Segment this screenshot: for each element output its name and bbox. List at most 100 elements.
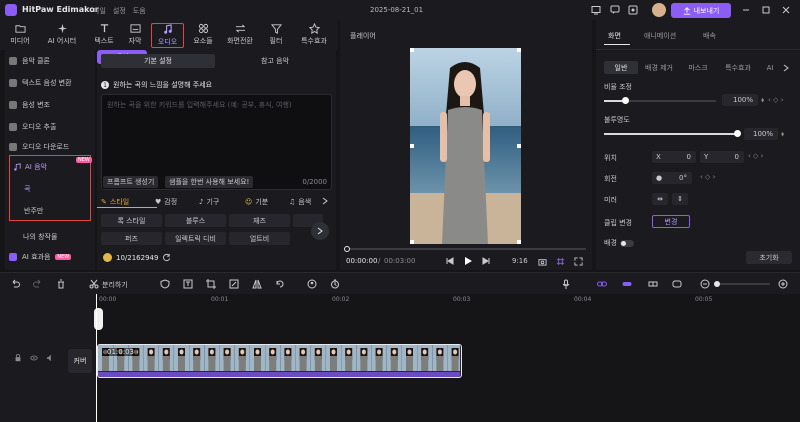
face-icon[interactable]	[307, 279, 317, 289]
sidebar-item-audio-extract[interactable]: 오디오 추출	[9, 120, 91, 134]
monitor-icon[interactable]	[591, 5, 601, 15]
delete-icon[interactable]	[56, 279, 66, 289]
chip-rnb[interactable]: 얼트비	[229, 232, 290, 245]
stepper-icon[interactable]: ⬧	[781, 130, 784, 139]
tab-reference-music[interactable]: 참고 음악	[218, 54, 332, 68]
play-icon[interactable]	[464, 256, 473, 266]
mirror-icon[interactable]	[252, 279, 262, 289]
prompt-generator-button[interactable]: 프롬프트 생성기	[103, 176, 159, 188]
shield-crop-icon[interactable]	[160, 279, 170, 289]
crop-icon[interactable]	[206, 279, 216, 289]
aspect-ratio-select[interactable]: 9:16	[512, 257, 528, 265]
microphone-icon[interactable]	[561, 279, 571, 289]
tab-media[interactable]: 미디어	[4, 23, 36, 48]
scissors-icon[interactable]	[89, 279, 99, 289]
prev-frame-icon[interactable]	[446, 257, 454, 265]
keyframe-nav-icon[interactable]: ‹ ◇ ›	[748, 152, 763, 160]
position-y-input[interactable]: Y0	[700, 151, 744, 163]
zoom-slider[interactable]	[714, 283, 770, 285]
minimize-icon[interactable]	[741, 5, 751, 15]
resize-handle[interactable]	[517, 48, 521, 52]
playhead-line[interactable]	[96, 294, 97, 422]
subtab-mask[interactable]: 마스크	[680, 61, 716, 74]
resize-handle[interactable]	[410, 144, 414, 148]
subtab-effects[interactable]: 특수효과	[718, 61, 758, 74]
feedback-icon[interactable]	[610, 5, 620, 15]
user-avatar[interactable]	[652, 3, 666, 17]
video-preview[interactable]	[410, 48, 521, 244]
fullscreen-icon[interactable]	[574, 257, 583, 266]
zoom-slider-knob[interactable]	[714, 281, 720, 287]
playback-scrubber[interactable]	[344, 246, 586, 252]
category-tab-instrument[interactable]: ♪ 기구	[199, 197, 219, 207]
track-audio-icon[interactable]	[46, 354, 54, 362]
try-sample-button[interactable]: 샘플을 한번 사용해 보세요!	[165, 176, 254, 188]
track-visibility-icon[interactable]	[30, 354, 38, 362]
timer-icon[interactable]	[330, 279, 340, 289]
tab-animation[interactable]: 애니메이션	[644, 31, 676, 41]
export-button[interactable]: 내보내기	[671, 3, 731, 18]
undo-icon[interactable]	[10, 279, 20, 289]
next-frame-icon[interactable]	[482, 257, 490, 265]
resize-handle[interactable]	[517, 144, 521, 148]
resize-handle[interactable]	[517, 240, 521, 244]
chevron-right-icon[interactable]	[322, 197, 328, 205]
sidebar-item-voice-changer[interactable]: 음성 변조	[9, 98, 91, 112]
rotate-input[interactable]: ● 0°	[652, 172, 692, 184]
scrubber-knob[interactable]	[344, 246, 350, 252]
track-lock-icon[interactable]	[14, 354, 22, 362]
chip-jazz[interactable]: 재즈	[229, 214, 290, 227]
rotate-icon[interactable]	[275, 279, 285, 289]
chip-electronic[interactable]: 일렉트릭 디비	[165, 232, 226, 245]
sidebar-item-my-works[interactable]: 나의 창작물	[9, 230, 91, 244]
link-icon[interactable]	[597, 279, 607, 289]
reset-button[interactable]: 초기화	[746, 251, 792, 264]
refresh-icon[interactable]	[162, 253, 171, 262]
cover-button[interactable]: 커버	[68, 349, 92, 373]
clip-change-button[interactable]: 변경	[652, 215, 690, 228]
sidebar-item-ai-music[interactable]: AI 음악	[13, 162, 47, 172]
transform-icon[interactable]	[229, 279, 239, 289]
tab-elements[interactable]: 요소들	[188, 23, 218, 48]
keyframe-nav-icon[interactable]: ‹ ◇ ›	[768, 96, 783, 104]
tab-speed[interactable]: 배속	[703, 31, 716, 41]
fit-icon[interactable]	[672, 279, 682, 289]
sidebar-item-tts[interactable]: 텍스트 음성 변환	[9, 76, 91, 90]
notification-icon[interactable]	[628, 5, 638, 15]
category-tab-timbre[interactable]: ♫ 음색	[289, 197, 311, 207]
tab-text[interactable]: 텍스트	[88, 23, 120, 48]
text-box-icon[interactable]	[183, 279, 193, 289]
menu-file[interactable]: 파일	[93, 6, 106, 16]
opacity-input[interactable]: 100%	[744, 128, 778, 140]
snapshot-icon[interactable]	[538, 257, 547, 266]
chip-fuzz[interactable]: 퍼즈	[101, 232, 162, 245]
opacity-slider-knob[interactable]	[734, 130, 741, 137]
maximize-icon[interactable]	[761, 5, 771, 15]
video-clip[interactable]: 01:0:03	[97, 344, 462, 378]
grid-icon[interactable]	[556, 257, 565, 266]
menu-help[interactable]: 도움	[133, 6, 146, 16]
subtab-bg-remove[interactable]: 배경 제거	[640, 61, 678, 74]
tab-screen[interactable]: 화면	[608, 31, 621, 41]
resize-handle[interactable]	[410, 240, 414, 244]
tab-subtitle[interactable]: 자막	[122, 23, 148, 48]
chip-blues[interactable]: 블루스	[165, 214, 226, 227]
subtab-general[interactable]: 일반	[604, 61, 638, 74]
chevron-right-icon[interactable]	[783, 64, 789, 72]
tab-filters[interactable]: 필터	[264, 23, 288, 48]
magnet-icon[interactable]	[622, 279, 632, 289]
background-toggle[interactable]	[619, 239, 634, 247]
category-tab-emotion[interactable]: ♥ 감정	[155, 197, 177, 207]
split-view-icon[interactable]	[648, 279, 658, 289]
scale-slider-knob[interactable]	[622, 97, 629, 104]
menu-settings[interactable]: 설정	[113, 6, 126, 16]
chip-rock-style[interactable]: 록 스타일	[101, 214, 162, 227]
flip-vertical-button[interactable]: ⇕	[672, 193, 688, 205]
zoom-in-icon[interactable]	[778, 279, 788, 289]
sidebar-item-audio-download[interactable]: 오디오 다운로드	[9, 140, 91, 154]
category-tab-mood[interactable]: ☺ 기분	[245, 197, 268, 207]
scale-input[interactable]: 100%	[722, 94, 758, 106]
resize-handle[interactable]	[410, 48, 414, 52]
stepper-icon[interactable]: ⬧	[761, 96, 764, 105]
position-x-input[interactable]: X0	[652, 151, 696, 163]
